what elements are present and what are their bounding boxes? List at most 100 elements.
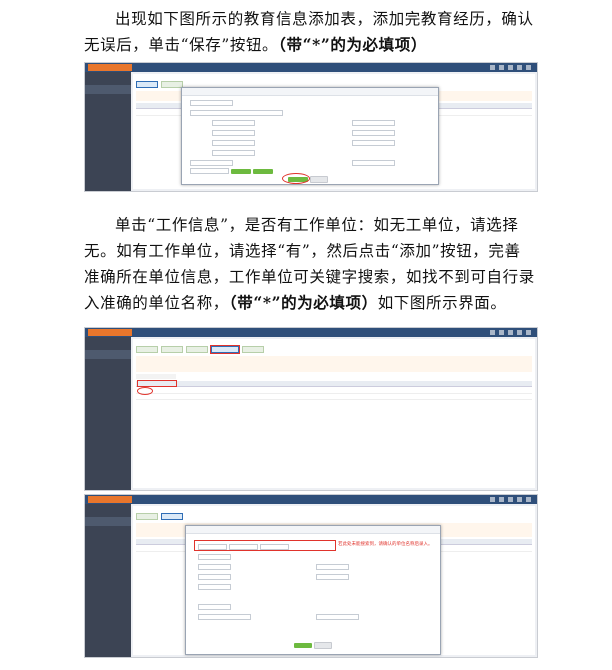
instruction-paragraph-2: 单击“工作信息”，是否有工作单位：如无工单位，请选择无。如有工作单位，请选择“有… <box>84 212 536 316</box>
input-field[interactable] <box>198 574 231 580</box>
sidebar-item[interactable] <box>85 74 131 83</box>
app-logo <box>88 496 132 503</box>
form-row <box>352 120 395 126</box>
screenshot-work-unit-modal: 若此处未能搜索到，请确认的单位名称后录入。 <box>84 494 538 658</box>
sidebar-item-active[interactable] <box>85 517 131 526</box>
sidebar-item[interactable] <box>85 339 131 348</box>
app-header <box>85 495 537 504</box>
sidebar-item[interactable] <box>85 528 131 537</box>
paragraph-text-end: 如下图所示界面。 <box>377 294 507 312</box>
form-row <box>352 160 395 166</box>
save-button[interactable] <box>294 643 312 648</box>
input-field[interactable] <box>316 574 349 580</box>
input-field[interactable] <box>198 614 251 620</box>
tab-work-info[interactable] <box>210 345 240 354</box>
form-row <box>198 574 231 580</box>
annotation-text: 若此处未能搜索到，请确认的单位名称后录入。 <box>338 542 433 547</box>
notice <box>136 356 532 372</box>
input-field[interactable] <box>190 168 229 174</box>
input-field[interactable] <box>198 554 231 560</box>
form-row <box>198 614 251 620</box>
main-content <box>133 339 535 488</box>
sidebar-item[interactable] <box>85 361 131 370</box>
form-row <box>316 574 349 580</box>
sidebar-item[interactable] <box>85 506 131 515</box>
form-row <box>190 160 233 166</box>
instruction-paragraph-1: 出现如下图所示的教育信息添加表，添加完教育经历，确认无误后，单击“保存”按钮。（… <box>84 6 536 58</box>
tab[interactable] <box>161 346 183 353</box>
select-button[interactable] <box>231 168 251 174</box>
sidebar-item[interactable] <box>85 539 131 548</box>
form-row <box>212 150 255 156</box>
cancel-button[interactable] <box>310 176 328 183</box>
form-row <box>212 140 255 146</box>
input-field[interactable] <box>212 150 255 156</box>
education-modal <box>181 87 439 185</box>
form-row <box>352 130 395 136</box>
input-field[interactable] <box>352 120 395 126</box>
form-row <box>198 554 231 560</box>
input-field[interactable] <box>212 130 255 136</box>
cancel-button[interactable] <box>314 642 332 649</box>
form-row <box>316 564 349 570</box>
form-row <box>212 130 255 136</box>
input-field[interactable] <box>212 140 255 146</box>
input-field[interactable] <box>198 604 231 610</box>
form-row <box>352 140 395 146</box>
has-work-unit-row[interactable] <box>136 374 176 379</box>
sidebar-item[interactable] <box>85 107 131 116</box>
header-icons <box>490 65 531 70</box>
sidebar <box>85 337 131 490</box>
input-field[interactable] <box>352 130 395 136</box>
app-logo <box>88 64 132 71</box>
modal-title <box>182 88 438 96</box>
input-field[interactable] <box>212 120 255 126</box>
app-header <box>85 63 537 72</box>
modal-title <box>186 526 440 534</box>
table-row <box>136 394 532 400</box>
tab[interactable] <box>136 513 158 520</box>
select-button[interactable] <box>253 168 273 174</box>
app-header <box>85 328 537 337</box>
input-field[interactable] <box>352 140 395 146</box>
tab[interactable] <box>136 81 158 88</box>
form-row <box>212 120 255 126</box>
input-field[interactable] <box>198 564 231 570</box>
sidebar <box>85 504 131 657</box>
work-unit-highlight-box <box>137 380 177 387</box>
tab[interactable] <box>186 346 208 353</box>
tab[interactable] <box>136 346 158 353</box>
sidebar-item-active[interactable] <box>85 85 131 94</box>
input-field[interactable] <box>190 110 283 116</box>
input-field[interactable] <box>316 564 349 570</box>
input-field[interactable] <box>316 614 359 620</box>
modal-actions <box>294 642 332 649</box>
screenshot-education-form <box>84 62 538 192</box>
save-highlight-ring <box>282 173 310 184</box>
sidebar-item[interactable] <box>85 372 131 381</box>
required-note: （带“*”的为必填项） <box>278 35 427 54</box>
input-field[interactable] <box>190 160 233 166</box>
tab-bar <box>133 512 535 521</box>
tab[interactable] <box>161 81 183 88</box>
tab[interactable] <box>242 346 264 353</box>
work-unit-modal: 若此处未能搜索到，请确认的单位名称后录入。 <box>185 525 441 655</box>
tab-bar <box>133 345 535 354</box>
table-header <box>136 381 532 387</box>
app-logo <box>88 329 132 336</box>
header-icons <box>490 497 531 502</box>
form-row <box>316 614 359 620</box>
tab[interactable] <box>161 513 183 520</box>
header-icons <box>490 330 531 335</box>
required-note: （带“*”的为必填项） <box>228 293 378 312</box>
input-field[interactable] <box>198 584 231 590</box>
form-row <box>190 168 273 174</box>
input-field[interactable] <box>190 100 233 106</box>
input-field[interactable] <box>352 160 395 166</box>
add-highlight-ring <box>137 387 153 395</box>
form-row <box>198 584 231 590</box>
sidebar-item[interactable] <box>85 96 131 105</box>
form-row <box>198 564 231 570</box>
sidebar-item-active[interactable] <box>85 350 131 359</box>
form-row <box>190 110 283 116</box>
